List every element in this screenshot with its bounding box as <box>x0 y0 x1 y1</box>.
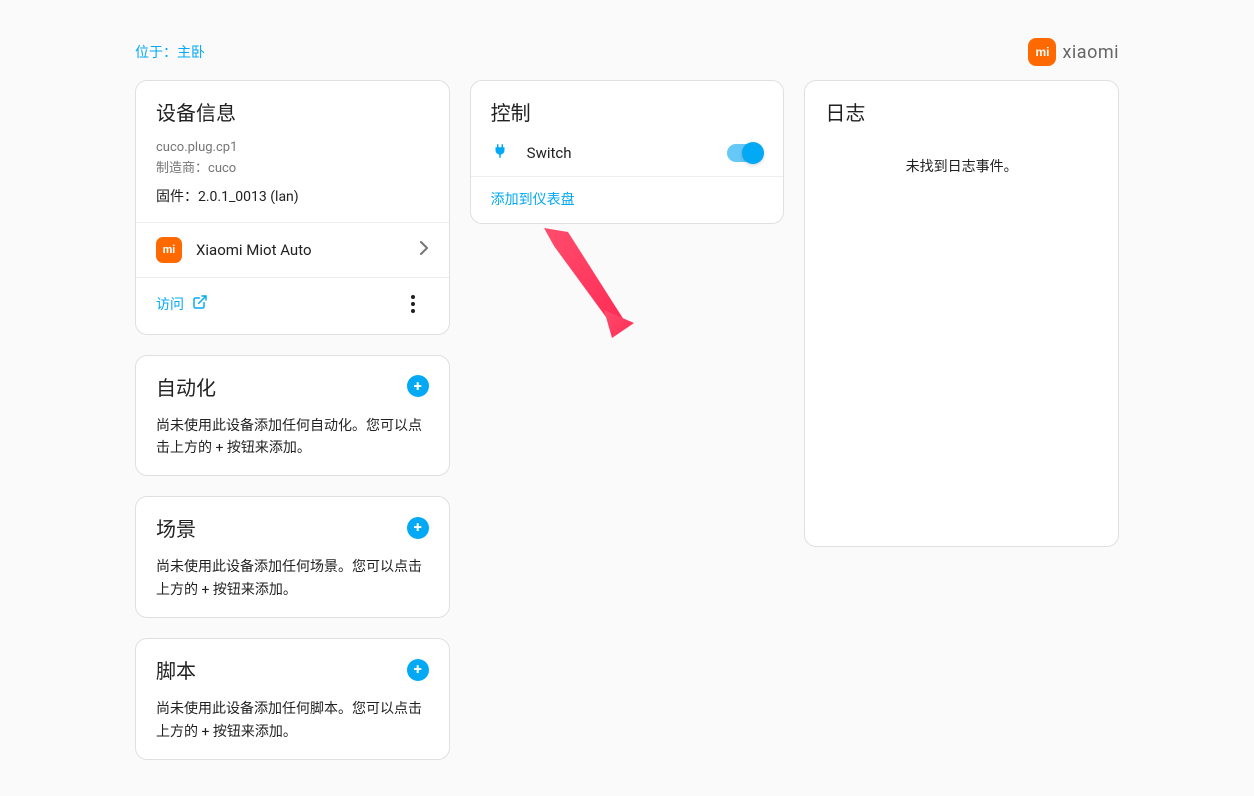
automation-desc: 尚未使用此设备添加任何自动化。您可以点击上方的 + 按钮来添加。 <box>156 415 429 460</box>
integration-row[interactable]: mi Xiaomi Miot Auto <box>136 223 449 277</box>
log-empty-text: 未找到日志事件。 <box>825 156 1098 176</box>
location-room: 主卧 <box>177 45 205 61</box>
add-to-dashboard-link[interactable]: 添加到仪表盘 <box>471 177 784 223</box>
power-plug-icon <box>491 142 509 164</box>
switch-label: Switch <box>527 144 710 162</box>
visit-link[interactable]: 访问 <box>156 294 208 314</box>
control-title: 控制 <box>491 97 764 126</box>
more-options-button[interactable] <box>397 288 429 320</box>
script-desc: 尚未使用此设备添加任何脚本。您可以点击上方的 + 按钮来添加。 <box>156 698 429 743</box>
xiaomi-logo-icon: mi <box>1028 38 1056 66</box>
location-prefix: 位于： <box>135 45 177 61</box>
switch-row[interactable]: Switch <box>471 130 784 176</box>
firmware-value: 2.0.1_0013 (lan) <box>198 189 299 205</box>
log-title: 日志 <box>825 97 1098 126</box>
xiaomi-brand-text: xiaomi <box>1062 42 1119 63</box>
add-script-button[interactable]: + <box>407 659 429 681</box>
add-automation-button[interactable]: + <box>407 375 429 397</box>
automation-title: 自动化 <box>156 372 216 401</box>
open-external-icon <box>192 294 208 314</box>
device-info-card: 设备信息 cuco.plug.cp1 制造商：cuco 固件：2.0.1_001… <box>135 80 450 335</box>
scene-desc: 尚未使用此设备添加任何场景。您可以点击上方的 + 按钮来添加。 <box>156 556 429 601</box>
scene-title: 场景 <box>156 513 196 542</box>
xiaomi-integration-icon: mi <box>156 237 182 263</box>
script-card: 脚本 + 尚未使用此设备添加任何脚本。您可以点击上方的 + 按钮来添加。 <box>135 638 450 760</box>
device-info-title: 设备信息 <box>156 97 429 126</box>
script-title: 脚本 <box>156 655 196 684</box>
log-card: 日志 未找到日志事件。 <box>804 80 1119 547</box>
device-model: cuco.plug.cp1 <box>156 138 429 159</box>
switch-toggle[interactable] <box>727 144 763 162</box>
control-card: 控制 Switch 添加到仪表盘 <box>470 80 785 224</box>
visit-label: 访问 <box>156 294 184 314</box>
manufacturer-label: 制造商： <box>156 161 208 176</box>
firmware-label: 固件： <box>156 189 198 205</box>
scene-card: 场景 + 尚未使用此设备添加任何场景。您可以点击上方的 + 按钮来添加。 <box>135 496 450 618</box>
integration-name: Xiaomi Miot Auto <box>196 241 405 259</box>
add-scene-button[interactable]: + <box>407 517 429 539</box>
automation-card: 自动化 + 尚未使用此设备添加任何自动化。您可以点击上方的 + 按钮来添加。 <box>135 355 450 477</box>
chevron-right-icon <box>419 240 429 259</box>
manufacturer-value: cuco <box>208 161 236 176</box>
location-link[interactable]: 位于：主卧 <box>135 42 205 62</box>
dots-vertical-icon <box>411 295 415 313</box>
xiaomi-brand: mi xiaomi <box>1028 38 1119 66</box>
